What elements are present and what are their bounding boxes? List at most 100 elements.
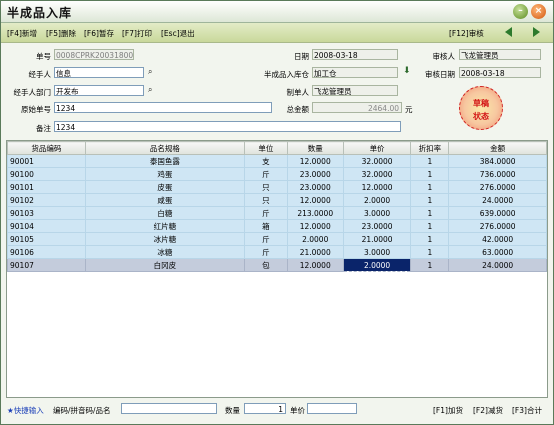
cell-discount[interactable]: 1 (410, 232, 450, 246)
dept-field[interactable]: 开发布 (54, 85, 144, 96)
cell-qty[interactable]: 12.0000 (286, 154, 344, 168)
cell-price[interactable]: 2.0000 (342, 193, 412, 207)
cell-name[interactable]: 泰国鱼露 (84, 154, 245, 168)
cell-code[interactable]: 90105 (7, 232, 86, 246)
cell-name[interactable]: 白冈皮 (84, 258, 245, 272)
cell-discount[interactable]: 1 (410, 206, 450, 220)
cell-price-editing[interactable]: 2.0000 (342, 258, 412, 272)
cell-amount[interactable]: 276.0000 (448, 180, 547, 194)
table-row[interactable]: 90102 咸蛋只 12.0000 2.0000 1 24.0000 (7, 193, 547, 207)
cell-price[interactable]: 3.0000 (342, 245, 412, 259)
column-header[interactable]: 金额 (448, 141, 547, 155)
cell-price[interactable]: 32.0000 (342, 167, 412, 181)
cell-amount[interactable]: 736.0000 (448, 167, 547, 181)
cell-qty[interactable]: 12.0000 (286, 258, 344, 272)
cell-name[interactable]: 皮蛋 (84, 180, 245, 194)
review-button[interactable]: [F12]审核 (449, 28, 484, 39)
column-header[interactable]: 货品编码 (7, 141, 86, 155)
qty-input[interactable]: 1 (244, 403, 286, 414)
date-field[interactable]: 2008-03-18 (312, 49, 398, 60)
column-header[interactable]: 数量 (286, 141, 344, 155)
price-input[interactable] (307, 403, 357, 414)
remark-field[interactable]: 1234 (54, 121, 401, 132)
cell-unit[interactable]: 只 (243, 193, 288, 207)
handler-field[interactable]: 信息 (54, 67, 144, 78)
cell-unit[interactable]: 斤 (243, 167, 288, 181)
cell-qty[interactable]: 12.0000 (286, 193, 344, 207)
cell-discount[interactable]: 1 (410, 245, 450, 259)
sum-button[interactable]: [F3]合计 (512, 405, 542, 416)
cell-unit[interactable]: 包 (243, 258, 288, 272)
cell-amount[interactable]: 42.0000 (448, 232, 547, 246)
table-row[interactable]: 90103 白糖斤 213.0000 3.0000 1 639.0000 (7, 206, 547, 220)
print-button[interactable]: [F7]打印 (122, 28, 152, 39)
table-row[interactable]: 90001 泰国鱼露支 12.0000 32.0000 1 384.0000 (7, 154, 547, 168)
cell-code[interactable]: 90101 (7, 180, 86, 194)
table-row[interactable]: 90100 鸡蛋斤 23.0000 32.0000 1 736.0000 (7, 167, 547, 181)
creator-field[interactable]: 飞龙管理员 (312, 85, 398, 96)
column-header[interactable]: 单位 (243, 141, 288, 155)
doc-no-field[interactable]: 0008CPRK2003180005 (54, 49, 134, 60)
cell-discount[interactable]: 1 (410, 167, 450, 181)
column-header[interactable]: 单价 (342, 141, 412, 155)
cell-name[interactable]: 白糖 (84, 206, 245, 220)
cell-qty[interactable]: 2.0000 (286, 232, 344, 246)
minimize-button[interactable]: – (513, 4, 528, 19)
cell-discount[interactable]: 1 (410, 154, 450, 168)
cell-discount[interactable]: 1 (410, 219, 450, 233)
table-row[interactable]: 90106 冰糖斤 21.0000 3.0000 1 63.0000 (7, 245, 547, 259)
cell-amount[interactable]: 24.0000 (448, 193, 547, 207)
items-grid[interactable]: 货品编码 品名规格 单位 数量 单价 折扣率 金额 90001 泰国鱼露支 12.0… (6, 140, 548, 398)
new-button[interactable]: [F4]新增 (7, 28, 37, 39)
cell-qty[interactable]: 23.0000 (286, 180, 344, 194)
cell-code[interactable]: 90001 (7, 154, 86, 168)
cell-discount[interactable]: 1 (410, 180, 450, 194)
close-button[interactable]: × (531, 4, 546, 19)
hold-button[interactable]: [F6]暂存 (84, 28, 114, 39)
cell-qty[interactable]: 12.0000 (286, 219, 344, 233)
cell-unit[interactable]: 箱 (243, 219, 288, 233)
cell-amount[interactable]: 24.0000 (448, 258, 547, 272)
cell-price[interactable]: 3.0000 (342, 206, 412, 220)
cell-code[interactable]: 90107 (7, 258, 86, 272)
cell-qty[interactable]: 213.0000 (286, 206, 344, 220)
cell-code[interactable]: 90102 (7, 193, 86, 207)
add-goods-button[interactable]: [F1]加货 (433, 405, 463, 416)
cell-amount[interactable]: 384.0000 (448, 154, 547, 168)
arrow-right-icon[interactable] (533, 27, 540, 37)
orig-no-field[interactable]: 1234 (54, 102, 272, 113)
download-icon[interactable]: ⬇ (403, 66, 411, 76)
cell-name[interactable]: 咸蛋 (84, 193, 245, 207)
column-header[interactable]: 折扣率 (410, 141, 450, 155)
reduce-goods-button[interactable]: [F2]减货 (473, 405, 503, 416)
table-row[interactable]: 90105 冰片糖斤 2.0000 21.0000 1 42.0000 (7, 232, 547, 246)
cell-discount[interactable]: 1 (410, 258, 450, 272)
cell-price[interactable]: 23.0000 (342, 219, 412, 233)
cell-unit[interactable]: 支 (243, 154, 288, 168)
cell-price[interactable]: 32.0000 (342, 154, 412, 168)
quick-input-field[interactable] (121, 403, 217, 414)
binoculars-icon[interactable]: ⌕ (148, 67, 152, 77)
cell-amount[interactable]: 639.0000 (448, 206, 547, 220)
cell-code[interactable]: 90103 (7, 206, 86, 220)
cell-price[interactable]: 21.0000 (342, 232, 412, 246)
warehouse-field[interactable]: 加工仓 (312, 67, 398, 78)
delete-button[interactable]: [F5]删除 (46, 28, 76, 39)
cell-name[interactable]: 红片糖 (84, 219, 245, 233)
cell-name[interactable]: 鸡蛋 (84, 167, 245, 181)
cell-unit[interactable]: 斤 (243, 245, 288, 259)
audit-date-field[interactable]: 2008-03-18 (459, 67, 541, 78)
cell-name[interactable]: 冰糖 (84, 245, 245, 259)
cell-code[interactable]: 90106 (7, 245, 86, 259)
cell-qty[interactable]: 23.0000 (286, 167, 344, 181)
table-row[interactable]: 90104 红片糖箱 12.0000 23.0000 1 276.0000 (7, 219, 547, 233)
cell-price[interactable]: 12.0000 (342, 180, 412, 194)
cell-qty[interactable]: 21.0000 (286, 245, 344, 259)
cell-code[interactable]: 90104 (7, 219, 86, 233)
cell-unit[interactable]: 斤 (243, 206, 288, 220)
auditor-field[interactable]: 飞龙管理员 (459, 49, 541, 60)
cell-code[interactable]: 90100 (7, 167, 86, 181)
column-header[interactable]: 品名规格 (84, 141, 245, 155)
exit-button[interactable]: [Esc]退出 (161, 28, 195, 39)
table-row[interactable]: 90101 皮蛋只 23.0000 12.0000 1 276.0000 (7, 180, 547, 194)
